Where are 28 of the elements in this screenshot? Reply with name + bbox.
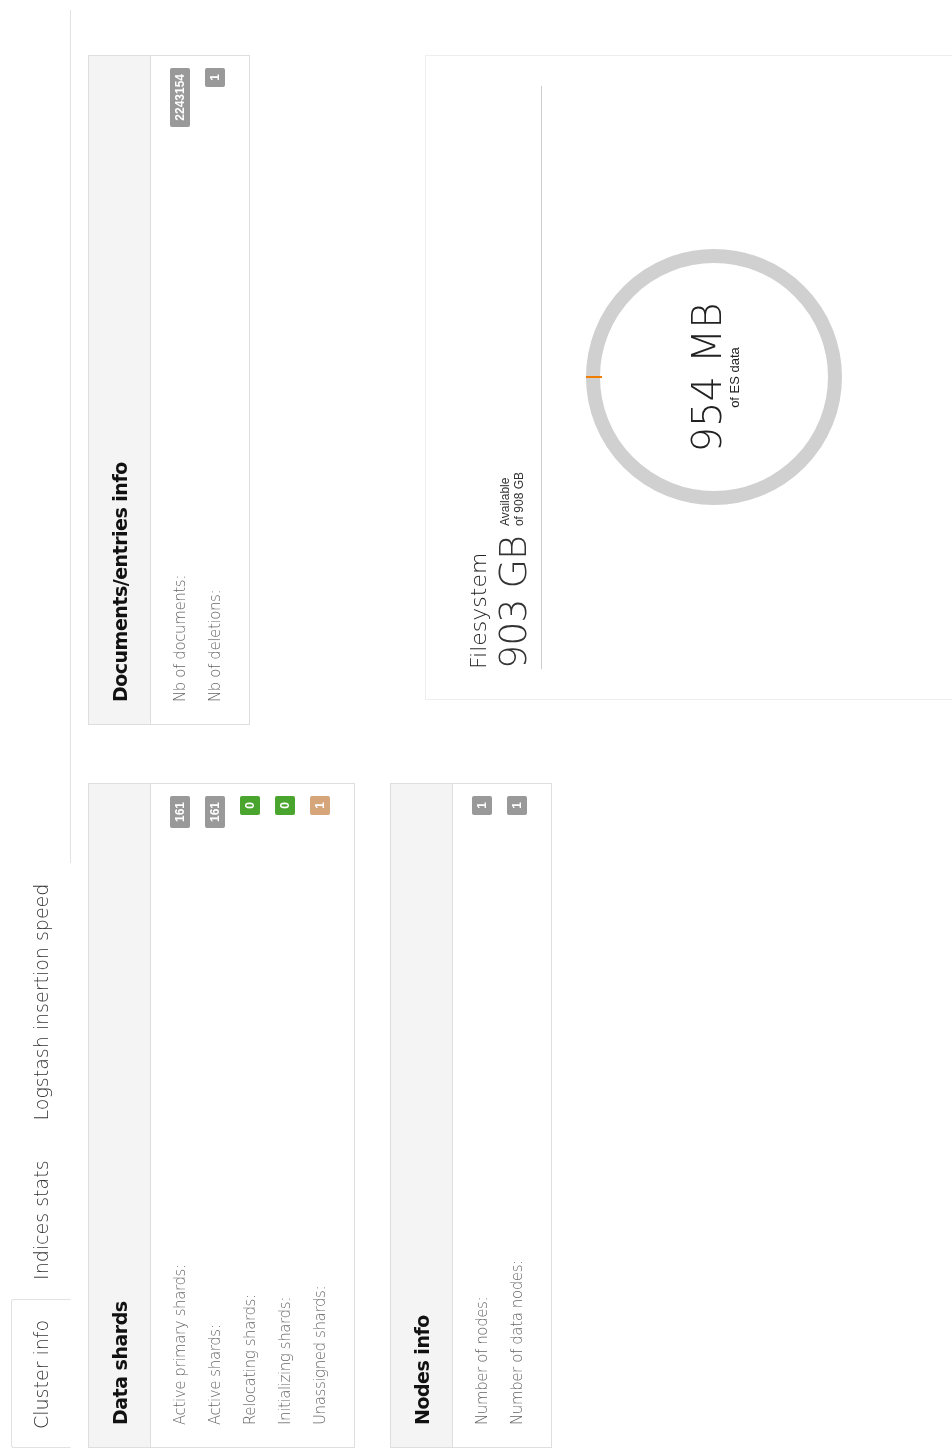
panel-title: Nodes info	[410, 1315, 433, 1425]
stat-label: Unassigned shards:	[310, 1285, 329, 1425]
count-badge: 2243154	[169, 68, 190, 127]
stat-label: Nb of deletions:	[205, 589, 224, 702]
stat-label: Initializing shards:	[275, 1297, 294, 1425]
count-badge: 1	[471, 796, 492, 815]
es-data-label: of ES data	[726, 347, 742, 408]
count-badge: 161	[169, 796, 190, 829]
stat-label: Active shards:	[205, 1324, 224, 1425]
count-badge: 0	[239, 796, 260, 815]
count-badge: 161	[204, 796, 225, 829]
stat-label: Relocating shards:	[240, 1294, 259, 1425]
stat-label: Number of nodes:	[472, 1296, 491, 1425]
count-badge: 1	[309, 796, 330, 815]
panel-title: Data shards	[108, 1301, 131, 1425]
panel-title: Documents/entries info	[108, 462, 131, 702]
total-size: of 908 GB	[513, 472, 527, 527]
es-data-size: 954 MB	[686, 302, 727, 453]
count-badge: 1	[506, 796, 527, 815]
count-badge: 0	[274, 796, 295, 815]
card-title: Filesystem	[466, 551, 491, 669]
available-label: Available	[499, 476, 514, 527]
stat-label: Number of data nodes:	[507, 1260, 526, 1425]
count-badge: 1	[204, 68, 225, 87]
stat-label: Active primary shards:	[170, 1264, 189, 1425]
available-size: 903 GB	[491, 536, 535, 669]
stat-label: Nb of documents:	[170, 575, 189, 702]
tab[interactable]: Cluster info	[11, 1298, 71, 1448]
